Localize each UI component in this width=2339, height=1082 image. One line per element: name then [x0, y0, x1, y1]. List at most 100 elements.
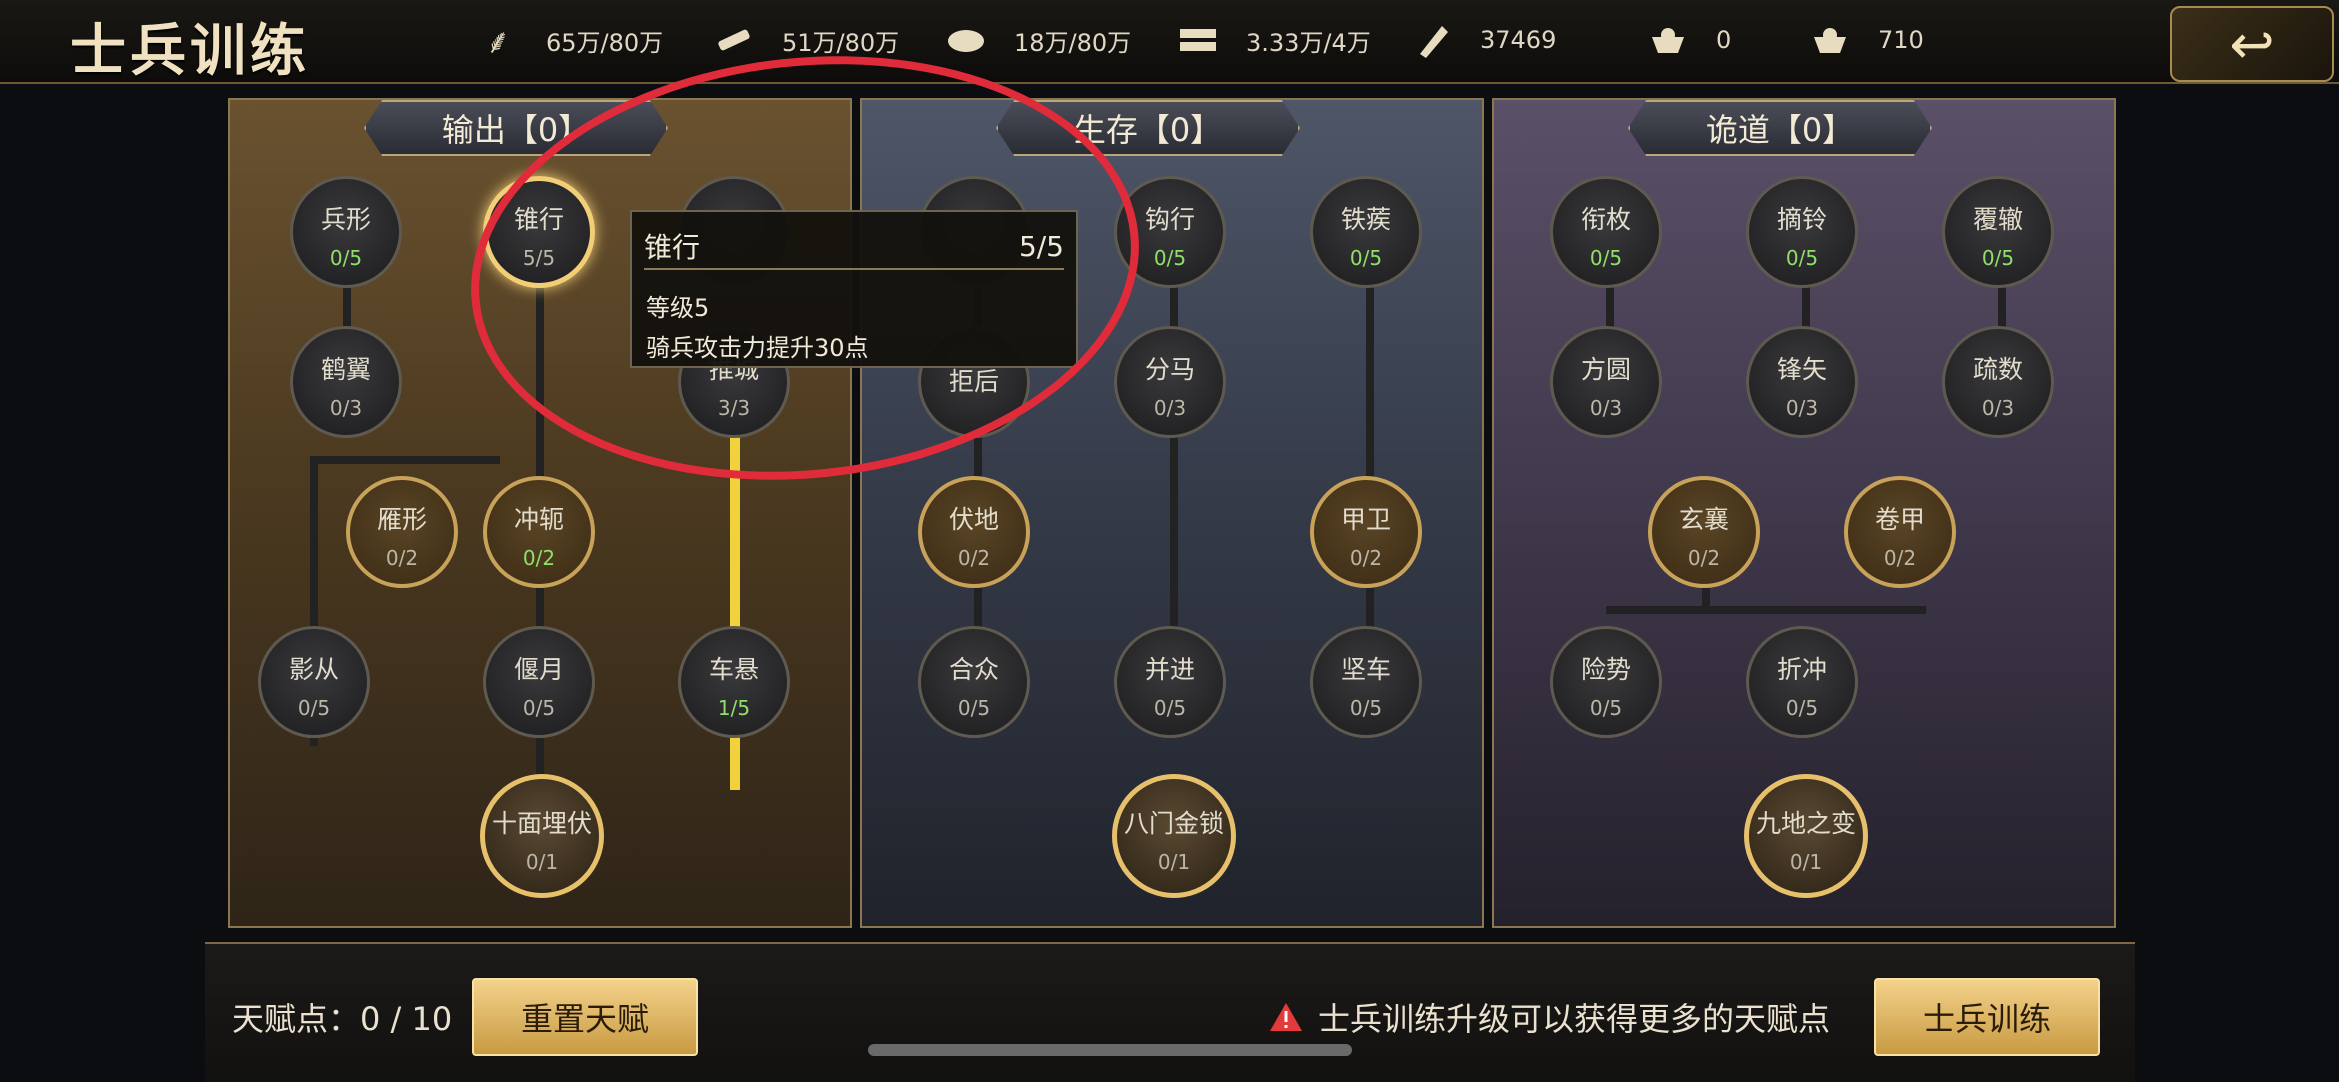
talent-level: 1/5	[717, 696, 751, 720]
warning-icon	[1268, 1001, 1304, 1033]
resource-silver: 710	[1808, 18, 1924, 62]
order-icon	[1410, 20, 1454, 60]
talent-level: 0/5	[297, 696, 331, 720]
ultimate-talent-node[interactable]: 八门金锁 0/1	[1112, 774, 1236, 898]
talent-node[interactable]: 偃月 0/5	[483, 626, 595, 738]
talent-name: 伏地	[948, 505, 999, 534]
talent-level: 0/5	[1589, 696, 1623, 720]
silver-ingot-icon	[1808, 20, 1852, 60]
talent-name: 方圆	[1580, 355, 1631, 384]
resource-value: 3.33万/4万	[1246, 28, 1371, 57]
talent-node[interactable]: 方圆 0/3	[1550, 326, 1662, 438]
resource-value: 37469	[1480, 26, 1557, 54]
talent-node[interactable]: 卷甲 0/2	[1844, 476, 1956, 588]
talent-level: 0/2	[1349, 546, 1383, 570]
connector	[1606, 606, 1926, 614]
talent-name: 鹤翼	[320, 355, 371, 384]
talent-name: 甲卫	[1340, 505, 1391, 534]
resource-order: 37469	[1410, 18, 1556, 62]
talent-node[interactable]: 折冲 0/5	[1746, 626, 1858, 738]
talent-level: 0/5	[1981, 246, 2015, 270]
talent-level: 0/3	[1981, 396, 2015, 420]
talent-node[interactable]: 玄襄 0/2	[1648, 476, 1760, 588]
resource-value: 18万/80万	[1014, 28, 1132, 57]
talent-level: 0/5	[1589, 246, 1623, 270]
reset-talent-button[interactable]: 重置天赋	[472, 978, 698, 1056]
talent-node[interactable]: 合众 0/5	[918, 626, 1030, 738]
resource-value: 0	[1716, 26, 1732, 54]
talent-name: 铁蒺	[1340, 205, 1391, 234]
talent-node[interactable]: 影从 0/5	[258, 626, 370, 738]
talent-node[interactable]: 伏地 0/2	[918, 476, 1030, 588]
talent-points: 天赋点：0 / 10	[232, 1000, 453, 1038]
talent-name: 兵形	[320, 205, 371, 234]
talent-name: 雁形	[376, 505, 427, 534]
talent-node[interactable]: 疏数 0/3	[1942, 326, 2054, 438]
panel-title: 诡道【0】	[1628, 100, 1932, 156]
talent-name: 分马	[1144, 355, 1195, 384]
talent-node[interactable]: 兵形 0/5	[290, 176, 402, 288]
talent-node[interactable]: 覆辙 0/5	[1942, 176, 2054, 288]
talent-node[interactable]: 车悬 1/5	[678, 626, 790, 738]
soldier-training-button[interactable]: 士兵训练	[1874, 978, 2100, 1056]
ultimate-talent-node[interactable]: 九地之变 0/1	[1744, 774, 1868, 898]
talent-node[interactable]: 摘铃 0/5	[1746, 176, 1858, 288]
talent-name: 钩行	[1144, 205, 1195, 234]
resource-wheat: ⸙ 65万/80万	[476, 18, 663, 62]
talent-name: 坚车	[1340, 655, 1391, 684]
talent-node[interactable]: 雁形 0/2	[346, 476, 458, 588]
talent-level: 0/1	[525, 850, 559, 874]
iron-icon	[1176, 20, 1220, 60]
talent-name: 并进	[1144, 655, 1195, 684]
talent-node[interactable]: 锋矢 0/3	[1746, 326, 1858, 438]
talent-level: 0/2	[385, 546, 419, 570]
resource-value: 51万/80万	[782, 28, 900, 57]
talent-level: 0/5	[1349, 246, 1383, 270]
resource-value: 710	[1878, 26, 1924, 54]
connector	[310, 456, 500, 464]
resource-gold: 0	[1646, 18, 1731, 62]
gold-ingot-icon	[1646, 20, 1690, 60]
talent-level: 0/1	[1789, 850, 1823, 874]
talent-name: 卷甲	[1874, 505, 1925, 534]
talent-name: 摘铃	[1776, 205, 1827, 234]
talent-level: 0/5	[1153, 696, 1187, 720]
talent-level: 0/2	[1883, 546, 1917, 570]
talent-level: 0/5	[1349, 696, 1383, 720]
talent-node[interactable]: 分马 0/3	[1114, 326, 1226, 438]
resource-wood: 51万/80万	[712, 18, 899, 62]
talent-level: 0/3	[1153, 396, 1187, 420]
resource-stone: 18万/80万	[944, 18, 1131, 62]
resource-iron: 3.33万/4万	[1176, 18, 1371, 62]
talent-node[interactable]: 铁蒺 0/5	[1310, 176, 1422, 288]
talent-node[interactable]: 险势 0/5	[1550, 626, 1662, 738]
talent-name: 覆辙	[1972, 205, 2023, 234]
talent-level: 0/5	[329, 246, 363, 270]
talent-name: 偃月	[513, 655, 564, 684]
talent-node[interactable]: 坚车 0/5	[1310, 626, 1422, 738]
talent-name: 险势	[1580, 655, 1631, 684]
talent-node[interactable]: 并进 0/5	[1114, 626, 1226, 738]
home-indicator	[868, 1044, 1352, 1056]
talent-level: 0/5	[522, 696, 556, 720]
talent-node[interactable]: 冲轭 0/2	[483, 476, 595, 588]
upgrade-hint: 士兵训练升级可以获得更多的天赋点	[1268, 994, 1830, 1040]
talent-node[interactable]: 衔枚 0/5	[1550, 176, 1662, 288]
panel-stratagem: 诡道【0】 衔枚 0/5 摘铃 0/5 覆辙 0/5 方圆 0/3 锋矢 0/3…	[1492, 98, 2116, 928]
talent-name: 折冲	[1776, 655, 1827, 684]
talent-level: 0/5	[957, 696, 991, 720]
talent-name: 九地之变	[1755, 809, 1856, 838]
talent-name: 冲轭	[513, 505, 564, 534]
talent-level: 0/2	[957, 546, 991, 570]
top-bar: 士兵训练 ⸙ 65万/80万 51万/80万 18万/80万 3.33万/4万 …	[0, 0, 2339, 84]
talent-node[interactable]: 鹤翼 0/3	[290, 326, 402, 438]
talent-name: 玄襄	[1678, 505, 1729, 534]
talent-node[interactable]: 甲卫 0/2	[1310, 476, 1422, 588]
talent-level: 0/2	[522, 546, 556, 570]
talent-name: 八门金锁	[1123, 809, 1224, 838]
talent-level: 0/3	[1785, 396, 1819, 420]
back-button[interactable]: ↩	[2170, 6, 2334, 82]
ultimate-talent-node[interactable]: 十面埋伏 0/1	[480, 774, 604, 898]
talent-level: 0/5	[1785, 246, 1819, 270]
back-arrow-icon: ↩	[2229, 12, 2275, 76]
